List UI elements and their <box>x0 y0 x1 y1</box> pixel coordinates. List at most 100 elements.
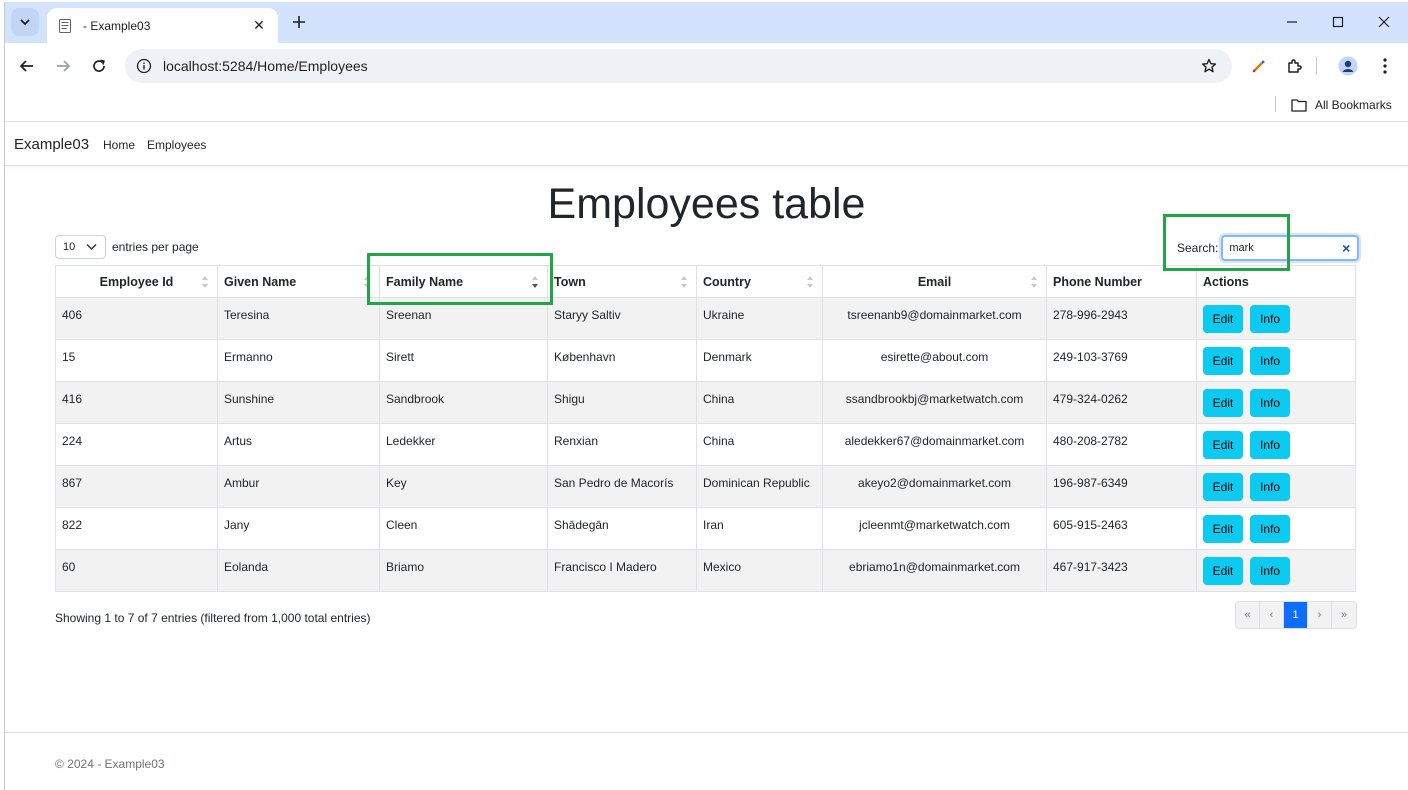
site-brand[interactable]: Example03 <box>14 136 89 153</box>
info-button[interactable]: Info <box>1250 389 1290 417</box>
nav-link-home[interactable]: Home <box>103 138 135 152</box>
address-bar[interactable]: localhost:5284/Home/Employees <box>125 49 1232 83</box>
info-button[interactable]: Info <box>1250 305 1290 333</box>
cell-email: jcleenmt@marketwatch.com <box>822 507 1047 550</box>
edit-button[interactable]: Edit <box>1203 305 1243 333</box>
column-header-given-name[interactable]: Given Name <box>217 265 380 298</box>
column-header-country[interactable]: Country <box>696 265 823 298</box>
bookmarks-bar: All Bookmarks <box>5 88 1408 122</box>
cell-phone-number: 467-917-3423 <box>1046 549 1197 592</box>
info-button[interactable]: Info <box>1250 515 1290 543</box>
info-button[interactable]: Info <box>1250 431 1290 459</box>
reload-icon <box>93 59 105 72</box>
entries-per-page-select[interactable]: 10 <box>55 235 106 259</box>
cell-phone-number: 480-208-2782 <box>1046 423 1197 466</box>
column-header-town[interactable]: Town <box>547 265 697 298</box>
cell-town: San Pedro de Macorís <box>547 465 697 508</box>
info-button[interactable]: Info <box>1250 347 1290 375</box>
cell-actions: Edit Info <box>1196 381 1356 424</box>
tab-active[interactable]: - Example03 ✕ <box>47 8 278 43</box>
cell-email: ssandbrookbj@marketwatch.com <box>822 381 1047 424</box>
sort-icon <box>681 276 687 288</box>
extension-pen-button[interactable] <box>1245 52 1273 80</box>
cell-actions: Edit Info <box>1196 549 1356 592</box>
cell-family-name: Key <box>379 465 548 508</box>
cell-family-name: Cleen <box>379 507 548 550</box>
reload-button[interactable] <box>85 52 113 80</box>
cell-town: Shādegān <box>547 507 697 550</box>
cell-given-name: Ambur <box>217 465 380 508</box>
cell-employee-id: 822 <box>55 507 218 550</box>
extensions-button[interactable] <box>1281 52 1309 80</box>
edit-button[interactable]: Edit <box>1203 473 1243 501</box>
forward-button[interactable] <box>49 52 77 80</box>
arrow-left-icon <box>19 60 33 72</box>
pager-page-1-button[interactable]: 1 <box>1284 602 1308 628</box>
cell-given-name: Ermanno <box>217 339 380 382</box>
column-header-email[interactable]: Email <box>822 265 1047 298</box>
sort-icon <box>807 276 813 288</box>
cell-country: Ukraine <box>696 297 823 340</box>
site-info-button[interactable] <box>127 49 161 83</box>
cell-given-name: Teresina <box>217 297 380 340</box>
edit-button[interactable]: Edit <box>1203 389 1243 417</box>
info-button[interactable]: Info <box>1250 473 1290 501</box>
browser-window: - Example03 ✕ localhost:5284/Home/Employ… <box>4 2 1408 790</box>
puzzle-icon <box>1288 59 1302 73</box>
arrow-right-icon <box>57 60 71 72</box>
folder-icon <box>1291 99 1307 112</box>
cell-given-name: Artus <box>217 423 380 466</box>
cell-country: Dominican Republic <box>696 465 823 508</box>
menu-button[interactable] <box>1371 52 1399 80</box>
new-tab-button[interactable] <box>287 10 311 34</box>
cell-country: Mexico <box>696 549 823 592</box>
cell-actions: Edit Info <box>1196 339 1356 382</box>
cell-employee-id: 15 <box>55 339 218 382</box>
cell-country: Denmark <box>696 339 823 382</box>
star-icon <box>1201 58 1217 73</box>
pager-previous-button[interactable]: ‹ <box>1260 602 1284 628</box>
table-row: 416 Sunshine Sandbrook Shigu China ssandbrook… <box>55 381 1356 424</box>
entries-per-page-value: 10 <box>63 241 76 253</box>
edit-button[interactable]: Edit <box>1203 431 1243 459</box>
footer-copyright: © 2024 - Example03 <box>55 757 165 771</box>
back-button[interactable] <box>13 52 41 80</box>
info-circle-icon <box>136 58 152 74</box>
profile-button[interactable] <box>1334 52 1362 80</box>
tab-search-button[interactable] <box>11 8 39 36</box>
web-page: Example03 Home Employees Employees table… <box>5 122 1408 790</box>
maximize-button[interactable] <box>1315 8 1361 36</box>
table-row: 406 Teresina Sreenan Staryy Saltiv Ukraine ts… <box>55 297 1356 340</box>
column-header-employee-id[interactable]: Employee Id <box>55 265 218 298</box>
cell-phone-number: 196-987-6349 <box>1046 465 1197 508</box>
clear-search-icon[interactable]: × <box>1342 240 1350 256</box>
cell-country: China <box>696 381 823 424</box>
cell-family-name: Briamo <box>379 549 548 592</box>
pager-next-button[interactable]: › <box>1308 602 1332 628</box>
cell-actions: Edit Info <box>1196 423 1356 466</box>
table-info-text: Showing 1 to 7 of 7 entries (filtered fr… <box>55 611 371 625</box>
url-text: localhost:5284/Home/Employees <box>163 58 368 74</box>
tab-strip: - Example03 ✕ <box>5 2 1408 43</box>
edit-button[interactable]: Edit <box>1203 557 1243 585</box>
minimize-button[interactable] <box>1269 8 1315 36</box>
site-navbar: Example03 Home Employees <box>5 122 1408 166</box>
nav-link-employees[interactable]: Employees <box>147 138 206 152</box>
sort-icon <box>202 276 208 288</box>
pager-last-button[interactable]: » <box>1332 602 1356 628</box>
tab-title: - Example03 <box>83 18 151 33</box>
bookmark-star-button[interactable] <box>1192 49 1226 83</box>
table-row: 867 Ambur Key San Pedro de Macorís Dominican… <box>55 465 1356 508</box>
kebab-menu-icon <box>1383 58 1387 74</box>
family-name-highlight-box <box>367 253 553 305</box>
all-bookmarks-button[interactable]: All Bookmarks <box>1291 94 1392 116</box>
edit-button[interactable]: Edit <box>1203 347 1243 375</box>
document-icon <box>59 18 71 33</box>
pager-first-button[interactable]: « <box>1236 602 1260 628</box>
close-window-button[interactable] <box>1361 8 1407 36</box>
info-button[interactable]: Info <box>1250 557 1290 585</box>
sort-icon <box>1031 276 1037 288</box>
all-bookmarks-label: All Bookmarks <box>1315 98 1392 112</box>
edit-button[interactable]: Edit <box>1203 515 1243 543</box>
close-icon[interactable]: ✕ <box>250 17 268 34</box>
